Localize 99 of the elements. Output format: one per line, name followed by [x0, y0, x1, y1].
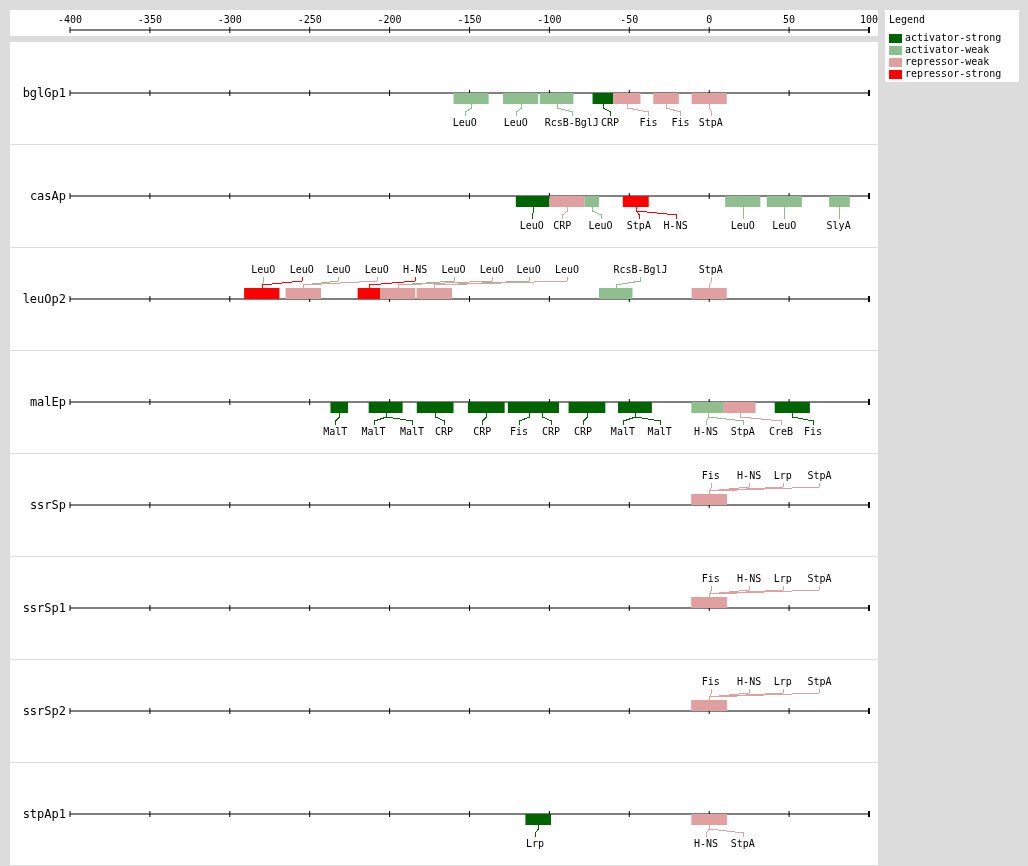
site-label: Fis	[701, 676, 720, 687]
tick-label: 100	[859, 14, 878, 25]
binding-site-box	[503, 93, 539, 104]
site-label: LeuO	[364, 264, 389, 275]
site-label: StpA	[730, 838, 755, 849]
promoter-label: ssrSp2	[22, 704, 66, 718]
site-label: StpA	[698, 117, 723, 128]
site-label: StpA	[698, 264, 723, 275]
site-label: LeuO	[730, 220, 755, 231]
site-label: Lrp	[773, 573, 792, 584]
site-label: CRP	[473, 426, 492, 437]
site-label: CRP	[573, 426, 592, 437]
site-label: H-NS	[693, 426, 719, 437]
site-label: Fis	[639, 117, 658, 128]
site-label: Fis	[701, 470, 720, 481]
promoter-label: stpAp1	[22, 807, 66, 821]
site-label: StpA	[807, 676, 832, 687]
legend-title: Legend	[889, 13, 927, 27]
site-label: StpA	[807, 573, 832, 584]
leader-line	[743, 206, 744, 220]
site-label: MalT	[399, 426, 424, 437]
binding-site-box	[598, 288, 633, 299]
site-label: LeuO	[289, 264, 314, 275]
site-label: Fis	[701, 573, 720, 584]
binding-site-box	[723, 402, 756, 413]
binding-site-box	[613, 93, 641, 104]
site-label: CreB	[769, 426, 794, 437]
site-label: LeuO	[251, 264, 276, 275]
tick-label: -100	[537, 14, 562, 25]
site-label: LeuO	[516, 264, 541, 275]
site-label: Lrp	[773, 676, 792, 687]
site-label: H-NS	[693, 838, 719, 849]
site-label: H-NS	[663, 220, 688, 231]
promoter-label: leuOp2	[22, 292, 66, 306]
site-label: LeuO	[588, 220, 613, 231]
site-label: Lrp	[526, 838, 545, 849]
binding-site-box	[330, 402, 349, 413]
site-label: CRP	[541, 426, 561, 437]
binding-site-box	[416, 402, 454, 413]
site-label: RcsB-BglJ	[613, 264, 668, 275]
site-label: H-NS	[403, 264, 428, 275]
site-label: CRP	[601, 117, 620, 128]
tick-label: 0	[706, 14, 713, 25]
binding-site-box	[653, 93, 679, 104]
binding-site-box	[691, 93, 727, 104]
site-label: LeuO	[519, 220, 544, 231]
tick-label: -400	[57, 14, 83, 25]
promoter-label: ssrSp	[29, 498, 66, 512]
site-label: CRP	[434, 426, 453, 437]
site-label: MalT	[610, 426, 635, 437]
site-label: LeuO	[326, 264, 351, 275]
site-label: MalT	[647, 426, 672, 437]
tick-label: -50	[620, 14, 639, 25]
legend-label: repressor-strong	[905, 68, 1002, 80]
binding-site-box	[568, 402, 606, 413]
legend-label: activator-strong	[905, 32, 1002, 44]
promoter-label: ssrSp1	[22, 601, 66, 615]
site-label: LeuO	[503, 117, 528, 128]
site-label: LeuO	[554, 264, 579, 275]
tick-label: 50	[783, 14, 796, 25]
site-label: StpA	[626, 220, 651, 231]
site-label: H-NS	[737, 573, 762, 584]
site-label: SlyA	[826, 220, 851, 231]
leader-line	[839, 206, 840, 220]
binding-site-box	[539, 93, 574, 104]
site-label: LeuO	[452, 117, 477, 128]
tick-label: -150	[457, 14, 482, 25]
binding-site-box	[525, 814, 551, 825]
site-label: H-NS	[737, 676, 762, 687]
site-label: Fis	[804, 426, 823, 437]
tick-label: -350	[137, 14, 162, 25]
site-label: LeuO	[772, 220, 797, 231]
promoter-label: casAp	[29, 189, 66, 203]
binding-site-box	[774, 402, 810, 413]
promoter-label: malEp	[29, 395, 66, 409]
site-label: StpA	[730, 426, 755, 437]
tick-label: -250	[297, 14, 322, 25]
site-label: MalT	[323, 426, 348, 437]
site-label: CRP	[553, 220, 572, 231]
binding-site-box	[691, 288, 727, 299]
site-label: RcsB-BglJ	[544, 117, 599, 128]
site-label: LeuO	[479, 264, 504, 275]
site-label: MalT	[361, 426, 386, 437]
tick-label: -200	[377, 14, 402, 25]
site-label: H-NS	[737, 470, 762, 481]
tick-label: -300	[217, 14, 242, 25]
site-label: LeuO	[441, 264, 466, 275]
binding-site-box	[453, 93, 489, 104]
leader-line	[784, 206, 785, 220]
site-label: Lrp	[773, 470, 792, 481]
legend-label: repressor-weak	[905, 56, 990, 68]
site-label: Fis	[671, 117, 690, 128]
legend-label: activator-weak	[905, 44, 990, 56]
promoter-label: bglGp1	[22, 86, 66, 100]
binding-site-box	[515, 196, 550, 207]
site-label: Fis	[510, 426, 529, 437]
binding-site-box	[592, 93, 614, 104]
site-label: StpA	[807, 470, 832, 481]
binding-site-box	[467, 402, 505, 413]
